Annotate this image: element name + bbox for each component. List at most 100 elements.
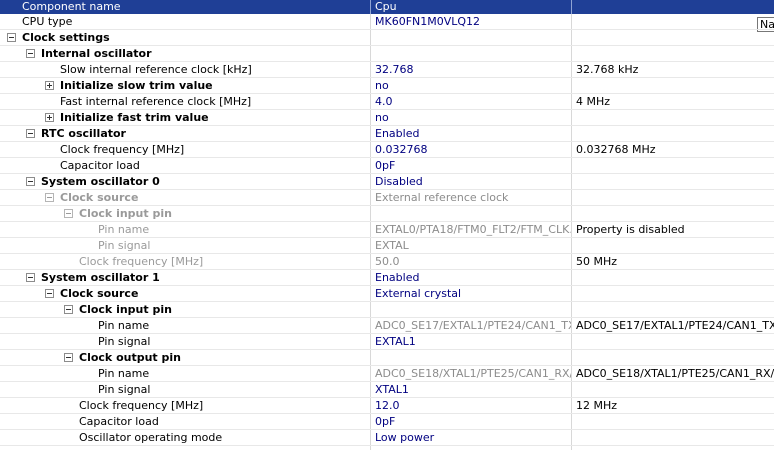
collapse-icon[interactable] [26, 177, 35, 186]
table-row[interactable]: Clock frequency [MHz] 50.0 50 MHz [0, 254, 774, 270]
table-row[interactable]: Slow internal reference clock [kHz] 32.7… [0, 62, 774, 78]
collapse-icon[interactable] [45, 289, 54, 298]
table-row[interactable]: CPU type MK60FN1M0VLQ12 [0, 14, 774, 30]
property-value[interactable]: Enabled [371, 270, 572, 285]
collapse-icon[interactable] [64, 209, 73, 218]
property-value[interactable]: 0.032768 [371, 142, 572, 157]
column-header-cpu[interactable]: Cpu [371, 0, 572, 14]
collapse-icon[interactable] [64, 305, 73, 314]
property-name: Slow internal reference clock [kHz] [60, 63, 252, 76]
property-value[interactable]: ADC0_SE17/EXTAL1/PTE24/CAN1_TX... [371, 318, 572, 333]
property-details [572, 350, 774, 365]
table-row[interactable]: System oscillator 1 Enabled [0, 270, 774, 286]
property-value[interactable]: 0pF [371, 158, 572, 173]
property-value[interactable]: Disabled [371, 174, 572, 189]
property-value[interactable]: XTAL1 [371, 382, 572, 397]
property-value[interactable]: EXTAL0/PTA18/FTM0_FLT2/FTM_CLK... [371, 222, 572, 237]
property-name: Clock frequency [MHz] [60, 143, 185, 156]
column-header-component-name[interactable]: Component name [0, 0, 371, 14]
group-name: System oscillator 1 [41, 271, 160, 284]
property-details [572, 286, 774, 301]
table-row[interactable]: Clock source External crystal [0, 286, 774, 302]
collapse-icon[interactable] [26, 129, 35, 138]
expand-icon[interactable] [45, 81, 54, 90]
property-value[interactable]: External crystal [371, 286, 572, 301]
property-value[interactable]: External reference clock [371, 190, 572, 205]
property-value[interactable] [371, 350, 572, 365]
table-row[interactable]: Fast internal reference clock [MHz] 4.0 … [0, 94, 774, 110]
table-row[interactable]: Pin signal EXTAL1 [0, 334, 774, 350]
property-value[interactable] [371, 46, 572, 61]
collapse-icon[interactable] [64, 353, 73, 362]
property-name: Clock frequency [MHz] [79, 255, 204, 268]
table-row[interactable]: Clock input pin [0, 206, 774, 222]
property-details [572, 334, 774, 349]
group-name: Clock settings [22, 31, 110, 44]
collapse-icon[interactable] [26, 273, 35, 282]
table-row[interactable]: Pin signal XTAL1 [0, 382, 774, 398]
table-row[interactable]: RTC oscillator Enabled [0, 126, 774, 142]
property-value[interactable]: 32.768 [371, 62, 572, 77]
property-value[interactable]: 4.0 [371, 94, 572, 109]
table-row[interactable]: Clock frequency [MHz] 12.0 12 MHz [0, 398, 774, 414]
property-value[interactable]: EXTAL [371, 238, 572, 253]
collapse-icon[interactable] [26, 49, 35, 58]
table-row[interactable]: System oscillator 0 Disabled [0, 174, 774, 190]
property-name: Pin signal [98, 239, 151, 252]
group-name: System oscillator 0 [41, 175, 160, 188]
group-name: Initialize fast trim value [60, 111, 209, 124]
property-details: 50 MHz [576, 255, 618, 268]
table-row[interactable]: Pin name EXTAL0/PTA18/FTM0_FLT2/FTM_CLK.… [0, 222, 774, 238]
property-value[interactable]: no [371, 78, 572, 93]
group-name: Clock output pin [79, 351, 181, 364]
group-name: Clock input pin [79, 303, 172, 316]
property-name: Fast internal reference clock [MHz] [60, 95, 252, 108]
property-value[interactable]: ADC0_SE18/XTAL1/PTE25/CAN1_RX/... [371, 366, 572, 381]
collapse-icon[interactable] [7, 33, 16, 42]
property-name: Pin name [98, 223, 150, 236]
property-name: Oscillator operating mode [79, 431, 223, 444]
property-value[interactable]: Enabled [371, 126, 572, 141]
table-row[interactable]: Capacitor load 0pF [0, 158, 774, 174]
property-value[interactable] [371, 446, 572, 450]
property-details [572, 78, 774, 93]
property-value[interactable] [371, 30, 572, 45]
column-header-details[interactable] [572, 0, 774, 14]
property-details: 4 MHz [576, 95, 611, 108]
property-value[interactable]: EXTAL1 [371, 334, 572, 349]
table-row[interactable]: Clock output pin [0, 350, 774, 366]
property-details [572, 414, 774, 429]
property-value[interactable]: 0pF [371, 414, 572, 429]
expand-icon[interactable] [45, 113, 54, 122]
table-row[interactable]: Pin signal EXTAL [0, 238, 774, 254]
property-name: Pin name [98, 319, 150, 332]
property-value[interactable] [371, 302, 572, 317]
table-row[interactable]: Capacitor load 0pF [0, 414, 774, 430]
property-name: CPU type [22, 15, 73, 28]
table-row[interactable]: Clock frequency [MHz] 0.032768 0.032768 … [0, 142, 774, 158]
collapse-icon[interactable] [45, 193, 54, 202]
property-details [572, 302, 774, 317]
table-row[interactable]: Pin name ADC0_SE18/XTAL1/PTE25/CAN1_RX/.… [0, 366, 774, 382]
table-row[interactable]: Pin name ADC0_SE17/EXTAL1/PTE24/CAN1_TX.… [0, 318, 774, 334]
property-details [572, 270, 774, 285]
table-row[interactable]: Clock source External reference clock [0, 190, 774, 206]
property-value[interactable]: Low power [371, 430, 572, 445]
property-value[interactable]: 12.0 [371, 398, 572, 413]
table-row[interactable]: Clock settings [0, 30, 774, 46]
table-row[interactable]: Internal oscillator [0, 46, 774, 62]
property-value[interactable] [371, 206, 572, 221]
property-name: Capacitor load [79, 415, 159, 428]
property-details [572, 158, 774, 173]
table-row[interactable] [0, 446, 774, 450]
table-row[interactable]: Initialize fast trim value no [0, 110, 774, 126]
property-value[interactable]: MK60FN1M0VLQ12 [371, 14, 572, 29]
property-value[interactable]: no [371, 110, 572, 125]
table-row[interactable]: Initialize slow trim value no [0, 78, 774, 94]
column-header: Component name Cpu [0, 0, 774, 14]
table-row[interactable]: Clock input pin [0, 302, 774, 318]
property-value[interactable]: 50.0 [371, 254, 572, 269]
property-details: 32.768 kHz [576, 63, 639, 76]
table-row[interactable]: Oscillator operating mode Low power [0, 430, 774, 446]
property-name: Pin signal [98, 383, 151, 396]
